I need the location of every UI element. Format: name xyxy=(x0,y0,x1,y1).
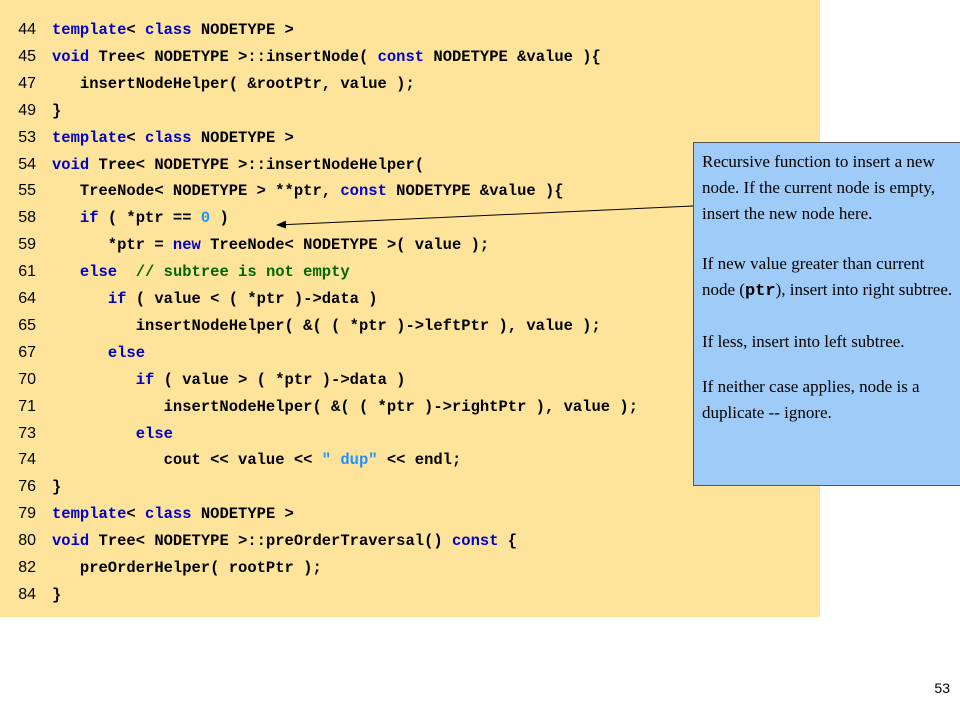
callout-p2-text-end: ), insert into right subtree. xyxy=(775,280,953,299)
callout-paragraph-2: If new value greater than current node (… xyxy=(702,251,956,305)
callout-paragraph-4: If neither case applies, node is a dupli… xyxy=(702,377,920,422)
callout-paragraph-3: If less, insert into left subtree. xyxy=(702,332,905,351)
callout-p2-code: ptr xyxy=(744,282,776,301)
callout-paragraph-1: Recursive function to insert a new node.… xyxy=(702,152,936,223)
explanation-callout: Recursive function to insert a new node.… xyxy=(693,142,960,486)
page-number: 53 xyxy=(934,680,950,696)
